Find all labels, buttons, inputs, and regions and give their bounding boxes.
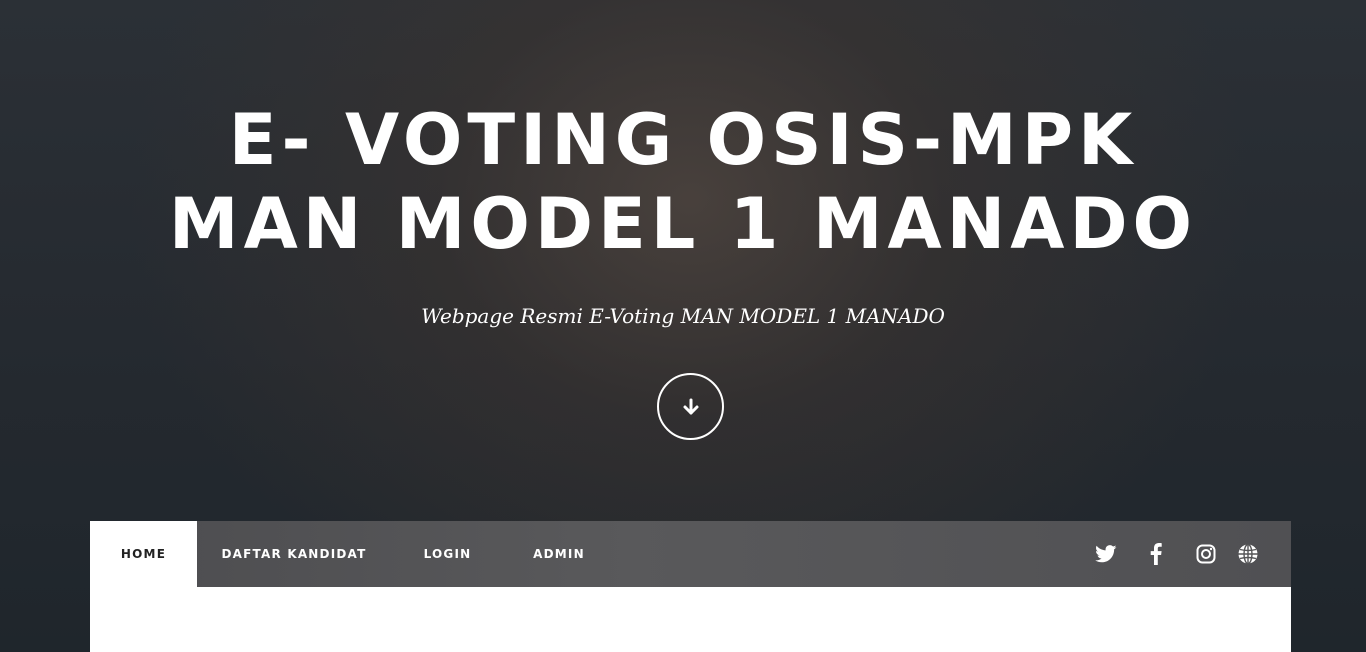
facebook-link[interactable] (1144, 542, 1168, 566)
nav-item-login[interactable]: LOGIN (391, 521, 504, 587)
nav-item-label: ADMIN (533, 547, 585, 561)
nav-item-label: HOME (120, 547, 167, 561)
nav-item-home[interactable]: HOME (90, 521, 197, 587)
page-title-line-2: MAN MODEL 1 MANADO (168, 183, 1198, 265)
facebook-icon (1150, 543, 1162, 565)
hero-section: E- VOTING OSIS-MPK MAN MODEL 1 MANADO We… (0, 0, 1366, 520)
arrow-down-icon (683, 398, 698, 414)
instagram-icon (1196, 544, 1216, 564)
globe-icon (1238, 543, 1258, 565)
twitter-icon (1095, 545, 1117, 563)
nav-item-label: DAFTAR KANDIDAT (221, 547, 367, 561)
page-subtitle: Webpage Resmi E-Voting MAN MODEL 1 MANAD… (421, 304, 945, 328)
content-panel (90, 587, 1291, 652)
page-title: E- VOTING OSIS-MPK MAN MODEL 1 MANADO (0, 98, 1366, 266)
scroll-down-button[interactable] (657, 373, 724, 440)
twitter-link[interactable] (1094, 542, 1118, 566)
nav-item-label: LOGIN (423, 547, 472, 561)
nav-item-admin[interactable]: ADMIN (504, 521, 614, 587)
page-title-line-1: E- VOTING OSIS-MPK (228, 99, 1138, 181)
instagram-link[interactable] (1194, 542, 1218, 566)
nav-item-daftar-kandidat[interactable]: DAFTAR KANDIDAT (197, 521, 391, 587)
website-link[interactable] (1236, 542, 1260, 566)
main-navbar: HOME DAFTAR KANDIDAT LOGIN ADMIN (90, 521, 1291, 587)
